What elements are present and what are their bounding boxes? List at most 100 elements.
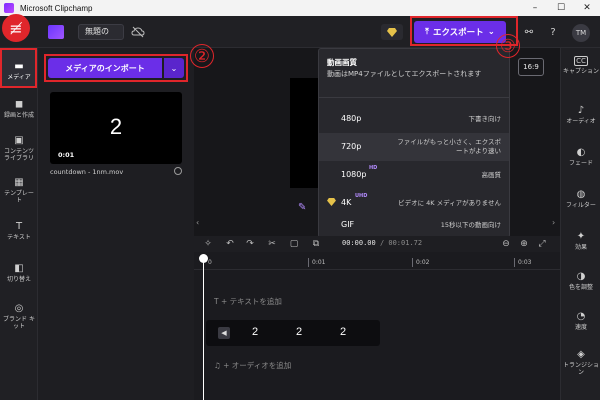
sidebar-item-filters[interactable]: ◍ フィルター — [561, 188, 600, 209]
premium-button[interactable] — [381, 24, 403, 40]
sidebar-item-label: キャプション — [562, 68, 599, 75]
effects-icon: ✦ — [576, 230, 586, 242]
clip-frame-label: 2 — [296, 326, 303, 338]
annotation-step-2: ② — [190, 44, 214, 68]
maximize-button[interactable]: ☐ — [548, 0, 574, 16]
option-note: 高画質 — [481, 171, 502, 179]
filter-icon: ◍ — [576, 188, 586, 200]
playhead-handle[interactable] — [199, 254, 208, 263]
right-sidebar: CC キャプション ♪ オーディオ ◐ フェード ◍ フィルター ✦ 効果 ◑ … — [560, 48, 600, 400]
sidebar-item-label: 切り替え — [6, 276, 31, 283]
export-option-1080p[interactable]: 1080p HD 高画質 — [319, 161, 509, 189]
sidebar-item-color-adjust[interactable]: ◑ 色を調整 — [561, 270, 600, 291]
magic-edit-icon[interactable]: ✎ — [298, 202, 310, 214]
split-icon[interactable]: ✂ — [266, 238, 278, 250]
sidebar-item-captions[interactable]: CC キャプション — [561, 56, 600, 75]
help-icon[interactable]: ? — [546, 25, 560, 39]
annotation-box-import — [44, 54, 188, 82]
sidebar-item-effects[interactable]: ✦ 効果 — [561, 230, 600, 251]
color-adjust-icon: ◑ — [576, 270, 586, 282]
export-menu: 動画画質 動画はMP4ファイルとしてエクスポートされます 480p 下書き向け … — [318, 48, 510, 238]
sidebar-item-label: ブランド キット — [3, 316, 35, 330]
sidebar-item-label: オーディオ — [566, 118, 596, 125]
preview-video[interactable] — [290, 78, 320, 188]
close-button[interactable]: ✕ — [574, 0, 600, 16]
export-option-480p[interactable]: 480p 下書き向け — [319, 105, 509, 133]
option-resolution: 4K — [341, 198, 352, 207]
option-resolution: 720p — [341, 142, 362, 151]
sidebar-item-label: テンプレート — [4, 190, 34, 204]
collapse-right-icon[interactable]: › — [552, 218, 560, 232]
sidebar-item-label: フィルター — [566, 202, 596, 209]
avatar[interactable]: TM — [572, 24, 590, 42]
export-option-720p[interactable]: 720p ファイルがもっと小さく、エクスポートがより速い — [319, 133, 509, 161]
option-resolution: 480p — [341, 114, 362, 123]
option-resolution: 1080p — [341, 170, 367, 179]
sidebar-item-transitions[interactable]: ◈ トランジション — [561, 348, 600, 376]
library-icon: ▣ — [14, 134, 24, 146]
magic-icon[interactable]: ✧ — [202, 238, 214, 250]
share-icon[interactable]: ⚯ — [522, 25, 536, 39]
thumbnail-number: 2 — [109, 114, 123, 139]
playhead[interactable] — [203, 256, 204, 400]
media-file-name: countdown - 1nm.mov — [50, 168, 124, 176]
cloud-off-icon — [131, 26, 145, 38]
option-note: ファイルがもっと小さく、エクスポートがより速い — [397, 138, 501, 155]
redo-icon[interactable]: ↷ — [244, 238, 256, 250]
annotation-step-1: ≢ — [2, 14, 30, 42]
annotation-box-media — [0, 48, 37, 88]
sidebar-item-label: 速度 — [574, 324, 587, 331]
export-option-gif[interactable]: GIF 15秒以下の動画向け — [319, 211, 509, 239]
speed-icon: ◔ — [576, 310, 586, 322]
sidebar-item-label: コンテンツ ライブラリ — [3, 148, 34, 162]
left-sidebar: ▬ メディア ◼ 録画と作成 ▣ コンテンツ ライブラリ ▦ テンプレート T … — [0, 48, 38, 400]
divider — [319, 97, 509, 98]
option-resolution: GIF — [341, 220, 355, 229]
fit-icon[interactable]: ⤢ — [536, 238, 548, 250]
undo-icon[interactable]: ↶ — [224, 238, 236, 250]
sidebar-item-fade[interactable]: ◐ フェード — [561, 146, 600, 167]
volume-icon[interactable]: ◀ — [218, 327, 230, 339]
audio-icon: ♪ — [577, 104, 585, 116]
tick-label: 0:01 — [312, 259, 326, 266]
sidebar-item-brand-kit[interactable]: ◎ ブランド キット — [0, 302, 38, 330]
transition-icon: ◧ — [14, 262, 24, 274]
aspect-ratio-button[interactable]: 16:9 — [518, 58, 544, 76]
template-icon: ▦ — [14, 176, 24, 188]
sidebar-item-transitions[interactable]: ◧ 切り替え — [0, 262, 38, 283]
sidebar-item-label: 色を調整 — [568, 284, 593, 291]
captions-icon: CC — [574, 56, 588, 66]
title-bar: Microsoft Clipchamp – ☐ ✕ — [0, 0, 600, 16]
sidebar-item-templates[interactable]: ▦ テンプレート — [0, 176, 38, 204]
tick-label: 0:02 — [416, 259, 430, 266]
add-text-track[interactable]: T + テキストを追加 — [214, 296, 282, 307]
select-checkbox[interactable] — [174, 167, 182, 175]
project-name-field[interactable]: 無題の — [78, 24, 124, 40]
sidebar-item-library[interactable]: ▣ コンテンツ ライブラリ — [0, 134, 38, 162]
duplicate-icon[interactable]: ⧉ — [310, 238, 322, 250]
sidebar-item-label: テキスト — [7, 234, 31, 241]
delete-icon[interactable]: ▢ — [288, 238, 300, 250]
current-time: 00:00.00 — [342, 239, 376, 247]
window-title: Microsoft Clipchamp — [20, 3, 93, 13]
sidebar-item-record[interactable]: ◼ 録画と作成 — [0, 98, 38, 119]
project-thumbnail-icon — [48, 25, 64, 39]
thumbnail-duration: 0:01 — [58, 151, 75, 159]
sidebar-item-label: 録画と作成 — [3, 112, 34, 119]
add-audio-track[interactable]: ♫ + オーディオを追加 — [214, 360, 291, 371]
app-logo-icon — [4, 3, 14, 13]
zoom-in-icon[interactable]: ⊕ — [518, 238, 530, 250]
collapse-left-icon[interactable]: ‹ — [196, 218, 204, 232]
video-clip[interactable]: ◀ 2 2 2 — [206, 320, 380, 346]
camera-icon: ◼ — [14, 98, 24, 110]
sidebar-item-speed[interactable]: ◔ 速度 — [561, 310, 600, 331]
option-note: 15秒以下の動画向け — [440, 221, 501, 229]
zoom-out-icon[interactable]: ⊖ — [500, 238, 512, 250]
export-menu-title: 動画画質 — [327, 58, 357, 67]
media-thumbnail[interactable]: 2 0:01 — [50, 92, 182, 164]
timeline-ruler[interactable]: 0 0:01 0:02 0:03 — [194, 256, 560, 270]
sidebar-item-audio[interactable]: ♪ オーディオ — [561, 104, 600, 125]
minimize-button[interactable]: – — [522, 0, 548, 16]
sidebar-item-text[interactable]: T テキスト — [0, 220, 38, 241]
window-controls: – ☐ ✕ — [522, 0, 600, 16]
